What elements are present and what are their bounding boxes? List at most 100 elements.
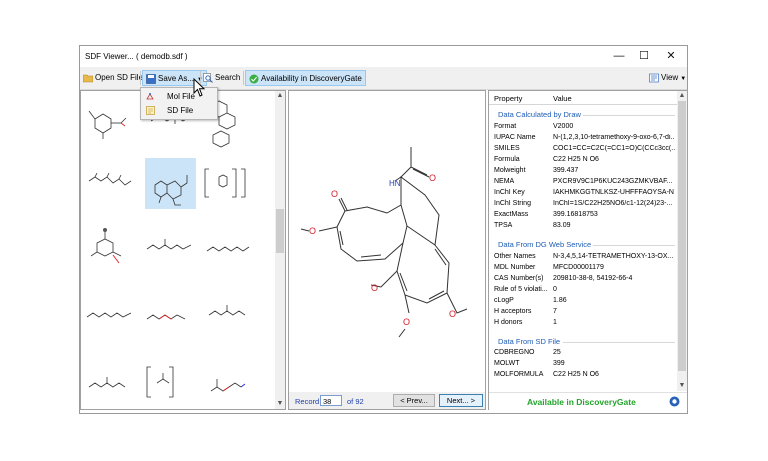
section-divider — [583, 115, 675, 116]
cycloheptane-ring — [400, 176, 440, 246]
prev-record-button[interactable]: < Prev... — [393, 394, 435, 407]
property-row[interactable]: Rule of 5 violati... 0 — [489, 285, 677, 296]
property-row[interactable]: cLogP 1.86 — [489, 296, 677, 307]
scroll-down-icon[interactable]: ▼ — [677, 381, 687, 391]
property-value: 399 — [553, 360, 565, 367]
thumbnail-structure[interactable] — [146, 366, 174, 398]
property-value: 399.437 — [553, 167, 579, 174]
property-row[interactable]: TPSA 83.09 — [489, 221, 677, 232]
property-grid[interactable]: Property Value Data Calculated by Draw F… — [488, 90, 688, 410]
methoxy-bond — [404, 294, 410, 314]
property-row[interactable]: NEMA PXCR9V9C1P6KUC243GZMKVBAF... — [489, 177, 677, 188]
property-key: NEMA — [494, 178, 515, 185]
property-row[interactable]: MDL Number MFCD00001179 — [489, 263, 677, 274]
benzene-ring — [396, 242, 450, 304]
property-key: Other Names — [494, 253, 536, 260]
next-record-button[interactable]: Next... > — [439, 394, 483, 407]
menu-item-sd-file[interactable]: SD File — [141, 104, 217, 117]
open-sd-file-button[interactable]: Open SD File — [83, 70, 143, 86]
scrollbar-thumb[interactable] — [276, 209, 284, 253]
property-row[interactable]: Molweight 399.437 — [489, 166, 677, 177]
property-key: ExactMass — [494, 211, 529, 218]
scroll-down-icon[interactable]: ▼ — [275, 399, 285, 409]
section-title-draw: Data Calculated by Draw — [498, 110, 581, 119]
property-row[interactable]: SMILES COC1=CC=C2C(=CC1=O)C(CCc3cc(... — [489, 144, 677, 155]
thumbnail-structure[interactable] — [146, 239, 192, 250]
property-key: InChI Key — [494, 189, 525, 196]
structure-viewer[interactable]: O O O O O O HN — [288, 90, 486, 410]
atom-labels: O O O O O O — [309, 173, 456, 327]
property-column-header[interactable]: Property — [494, 94, 522, 103]
property-value: N-(1,2,3,10-tetramethoxy-9-oxo-6,7-di... — [553, 134, 675, 141]
property-row[interactable]: ExactMass 399.16818753 — [489, 210, 677, 221]
save-as-label: Save As... — [158, 74, 195, 83]
property-value: 0 — [553, 286, 557, 293]
record-total: of 92 — [347, 397, 364, 406]
thumbnail-structure[interactable] — [88, 110, 127, 139]
search-label: Search — [215, 73, 241, 82]
sd-file-label: SD File — [167, 106, 194, 115]
maximize-button[interactable]: ☐ — [633, 49, 655, 63]
property-row[interactable]: Other Names N-3,4,5,14-TETRAMETHOXY-13-OX… — [489, 252, 677, 263]
property-value: C22 H25 N O6 — [553, 371, 599, 378]
close-button[interactable]: ✕ — [660, 49, 682, 63]
thumbnail-structure[interactable] — [206, 246, 250, 252]
property-row[interactable]: MOLWT 399 — [489, 359, 677, 370]
property-row[interactable]: IUPAC Name N-(1,2,3,10-tetramethoxy-9-oxo… — [489, 133, 677, 144]
property-value: COC1=CC=C2C(=CC1=O)C(CCc3cc(... — [553, 145, 675, 152]
availability-button[interactable]: Availability in DiscoveryGate — [245, 70, 366, 86]
thumbnail-structure[interactable] — [90, 228, 122, 257]
search-button[interactable]: Search — [203, 70, 240, 86]
oxygen-label: O — [449, 309, 456, 319]
discoverygate-logo-icon[interactable] — [669, 396, 680, 407]
property-key: Format — [494, 123, 517, 130]
methoxy-bond — [398, 328, 406, 338]
thumbnail-grid — [86, 100, 250, 398]
view-button[interactable]: View ▼ — [649, 70, 686, 86]
property-scrollbar[interactable]: ▲ ▼ — [677, 91, 687, 391]
tropolone-ring — [336, 204, 408, 262]
property-row[interactable]: Format V2000 — [489, 122, 677, 133]
scroll-up-icon[interactable]: ▲ — [677, 91, 687, 101]
scrollbar-thumb[interactable] — [678, 101, 686, 371]
property-key: H acceptors — [494, 308, 532, 315]
thumbnail-structure[interactable] — [88, 377, 126, 388]
availability-status-bar: Available in DiscoveryGate — [489, 392, 687, 410]
save-disk-icon — [146, 74, 156, 84]
property-grid-header: Property Value — [489, 91, 677, 105]
carbonyl-oxygen-label: O — [331, 189, 338, 199]
property-value: V2000 — [553, 123, 574, 130]
section-divider — [593, 245, 675, 246]
thumbnail-structure[interactable] — [88, 172, 132, 186]
acetyl-oxygen-label: O — [429, 173, 436, 183]
property-value: 1 — [553, 319, 557, 326]
property-key: CAS Number(s) — [494, 275, 544, 282]
property-row[interactable]: InChI Key IAKHMKGGTNLKSZ-UHFFFAOYSA-N — [489, 188, 677, 199]
thumbnail-structure[interactable] — [208, 305, 246, 316]
mouse-cursor-icon — [193, 78, 206, 97]
title-bar[interactable]: SDF Viewer... ( demodb.sdf ) — ☐ ✕ — [80, 46, 687, 66]
property-row[interactable]: CDBREGNO 25 — [489, 348, 677, 359]
value-column-header[interactable]: Value — [553, 94, 572, 103]
property-key: IUPAC Name — [494, 134, 536, 141]
property-value: 209810-38-8, 54192-66-4 — [553, 275, 633, 282]
property-row[interactable]: Formula C22 H25 N O6 — [489, 155, 677, 166]
property-row[interactable]: InChI String InChI=1S/C22H25NO6/c1-12(24)… — [489, 199, 677, 210]
thumbnail-structure[interactable] — [86, 312, 132, 318]
thumbnail-scrollbar[interactable]: ▲ ▼ — [275, 91, 285, 409]
record-number-input[interactable]: 38 — [320, 395, 342, 406]
structure-thumbnail-list[interactable]: ▲ ▼ — [80, 90, 286, 410]
property-row[interactable]: H donors 1 — [489, 318, 677, 329]
scroll-up-icon[interactable]: ▲ — [275, 91, 285, 101]
minimize-button[interactable]: — — [608, 49, 630, 63]
property-value: 7 — [553, 308, 557, 315]
property-row[interactable]: MOLFORMULA C22 H25 N O6 — [489, 370, 677, 381]
property-value: IAKHMKGGTNLKSZ-UHFFFAOYSA-N — [553, 189, 674, 196]
acetyl-bond — [400, 147, 412, 178]
section-divider — [563, 342, 675, 343]
thumbnail-structure[interactable] — [204, 168, 246, 198]
property-row[interactable]: H acceptors 7 — [489, 307, 677, 318]
oxygen-label: O — [371, 283, 378, 293]
heteroatom-bond — [112, 254, 120, 264]
property-row[interactable]: CAS Number(s) 209810-38-8, 54192-66-4 — [489, 274, 677, 285]
